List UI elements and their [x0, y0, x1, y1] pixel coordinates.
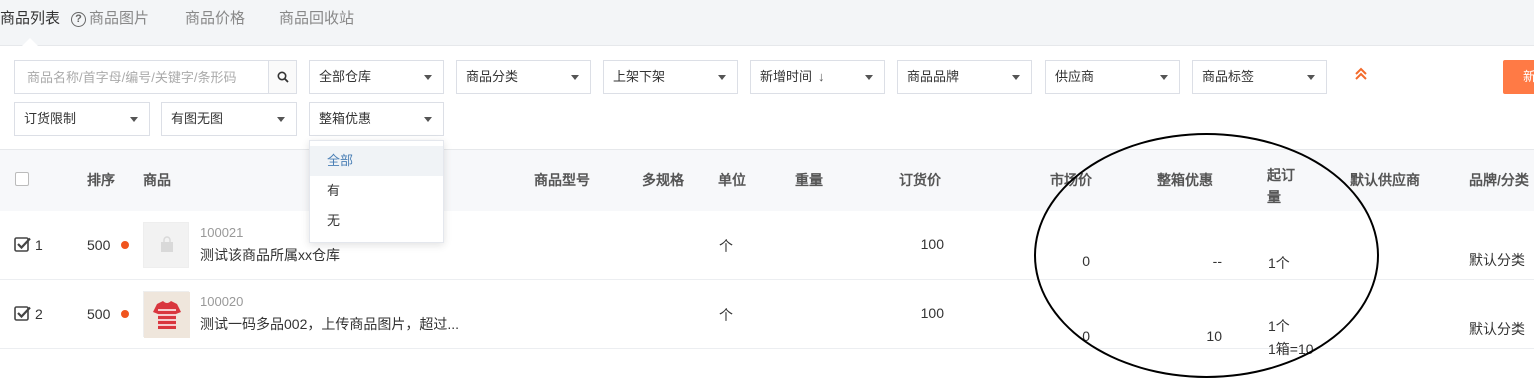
- image-filter-select-label: 有图无图: [171, 111, 224, 126]
- product-thumbnail-placeholder[interactable]: [143, 222, 189, 268]
- header-box-discount: 整箱优惠: [1157, 172, 1213, 188]
- chevron-down-icon: [1160, 75, 1168, 80]
- chevron-down-icon: [1012, 75, 1020, 80]
- chevron-down-icon: [571, 75, 579, 80]
- tab-recycle-bin[interactable]: 商品回收站: [279, 0, 354, 46]
- row-order-price: 100: [920, 305, 944, 321]
- header-weight: 重量: [795, 172, 823, 188]
- chevron-down-icon: [1307, 75, 1315, 80]
- sort-down-icon: ↓: [818, 69, 825, 84]
- chevron-down-icon: [424, 117, 432, 122]
- dropdown-option-yes[interactable]: 有: [310, 176, 443, 206]
- box-discount-select-label: 整箱优惠: [319, 111, 372, 126]
- header-default-supplier: 默认供应商: [1350, 172, 1420, 188]
- search-input[interactable]: [14, 60, 269, 94]
- dropdown-option-all[interactable]: 全部: [310, 146, 443, 176]
- search-icon: [277, 71, 289, 83]
- row-index: 2: [35, 306, 43, 322]
- chevron-down-icon: [130, 117, 138, 122]
- new-product-button[interactable]: 新: [1503, 60, 1534, 94]
- active-tab-indicator: [22, 38, 38, 46]
- row-unit: 个: [719, 307, 733, 323]
- row-brand-category: 默认分类: [1469, 252, 1525, 268]
- row-box-discount: --: [1212, 253, 1222, 269]
- brand-select[interactable]: 商品品牌: [897, 60, 1032, 94]
- checked-checkbox-icon[interactable]: [14, 305, 32, 321]
- status-dot: [121, 310, 129, 318]
- header-min-order: 起订量: [1267, 167, 1295, 205]
- supplier-select[interactable]: 供应商: [1045, 60, 1180, 94]
- dropdown-option-no[interactable]: 无: [310, 206, 443, 236]
- order-limit-select[interactable]: 订货限制: [14, 102, 150, 136]
- tag-select[interactable]: 商品标签: [1192, 60, 1327, 94]
- row-market-price: 0: [1082, 253, 1090, 269]
- row-sort-value[interactable]: 500: [87, 306, 110, 322]
- image-filter-select[interactable]: 有图无图: [161, 102, 297, 136]
- header-order-price: 订货价: [899, 172, 941, 188]
- sort-time-select-label: 新增时间 ↓: [760, 61, 825, 93]
- status-dot: [121, 241, 129, 249]
- row-min-order: 1个: [1268, 318, 1290, 334]
- help-icon[interactable]: ?: [71, 12, 86, 27]
- product-code: 100020: [200, 294, 244, 309]
- shelf-status-select[interactable]: 上架下架: [603, 60, 738, 94]
- product-name[interactable]: 测试一码多品002，上传商品图片，超过...: [200, 314, 480, 334]
- row-order-price: 100: [920, 236, 944, 252]
- bag-icon: [161, 236, 173, 252]
- order-limit-select-label: 订货限制: [24, 111, 77, 126]
- tab-product-prices[interactable]: 商品价格: [185, 0, 245, 46]
- product-thumbnail[interactable]: [143, 291, 190, 338]
- checked-checkbox-icon[interactable]: [14, 236, 32, 252]
- header-model: 商品型号: [534, 172, 590, 188]
- table-row: 2 500 100020 测试一码多品002，上传商品图片，超过... 个 10…: [0, 280, 1534, 357]
- tab-product-images[interactable]: ? 商品图片: [71, 0, 149, 46]
- table-header: 排序 商品 商品型号 多规格 单位 重量 订货价 市场价 整箱优惠 起订量 默认…: [0, 149, 1534, 211]
- row-market-price: 0: [1082, 328, 1090, 344]
- select-all-checkbox[interactable]: [15, 172, 29, 186]
- sort-time-label: 新增时间: [760, 69, 813, 84]
- red-shirt-image: [144, 292, 190, 338]
- chevron-down-icon: [424, 75, 432, 80]
- collapse-filters-icon[interactable]: [1354, 66, 1370, 86]
- row-sort-value[interactable]: 500: [87, 237, 110, 253]
- warehouse-select[interactable]: 全部仓库: [309, 60, 444, 94]
- sort-time-select[interactable]: 新增时间 ↓: [750, 60, 885, 94]
- header-multi-spec: 多规格: [642, 172, 684, 188]
- search-button[interactable]: [268, 60, 297, 94]
- shelf-status-select-label: 上架下架: [613, 69, 666, 84]
- table-row: 1 500 100021 测试该商品所属xx仓库 个 100 0 -- 1个 默…: [0, 211, 1534, 280]
- tab-bar: 商品列表 ? 商品图片 商品价格 商品回收站: [0, 0, 1534, 46]
- header-unit: 单位: [718, 172, 746, 188]
- header-sort[interactable]: 排序: [87, 150, 115, 210]
- product-name[interactable]: 测试该商品所属xx仓库: [200, 245, 480, 265]
- row-box-discount: 10: [1206, 328, 1222, 344]
- row-min-order: 1个: [1268, 255, 1290, 271]
- tab-product-images-label: 商品图片: [89, 10, 150, 27]
- category-select[interactable]: 商品分类: [456, 60, 591, 94]
- header-product: 商品: [143, 172, 171, 188]
- row-index: 1: [35, 237, 43, 253]
- tag-select-label: 商品标签: [1202, 69, 1255, 84]
- supplier-select-label: 供应商: [1055, 69, 1095, 84]
- box-discount-dropdown: 全部 有 无: [309, 140, 444, 243]
- row-brand-category: 默认分类: [1469, 321, 1525, 337]
- header-market-price: 市场价: [1050, 172, 1092, 188]
- chevron-down-icon: [718, 75, 726, 80]
- chevron-down-icon: [277, 117, 285, 122]
- box-discount-select[interactable]: 整箱优惠: [309, 102, 444, 136]
- brand-select-label: 商品品牌: [907, 69, 960, 84]
- product-code: 100021: [200, 225, 244, 240]
- category-select-label: 商品分类: [466, 69, 519, 84]
- header-brand-category: 品牌/分类: [1469, 172, 1529, 188]
- row-unit: 个: [719, 238, 733, 254]
- chevron-down-icon: [865, 75, 873, 80]
- row-min-order-box: 1箱=10: [1268, 341, 1314, 357]
- warehouse-select-label: 全部仓库: [319, 69, 372, 84]
